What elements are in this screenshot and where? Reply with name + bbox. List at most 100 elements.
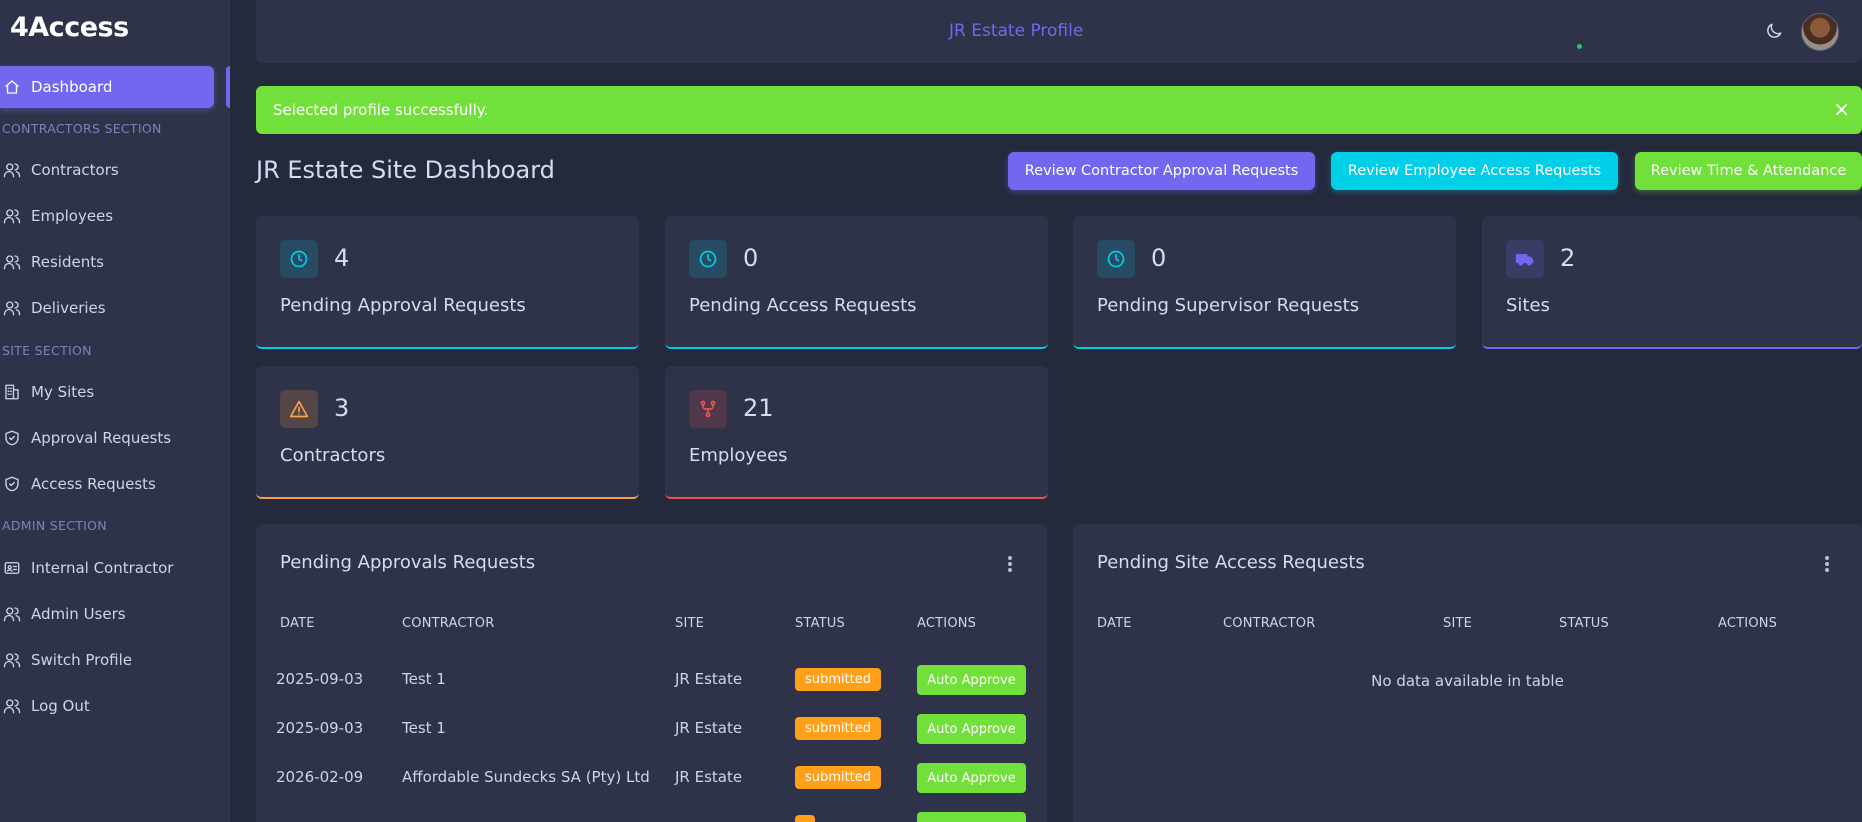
sidebar-item-label: Internal Contractor xyxy=(31,559,174,577)
cell-site: JR Estate xyxy=(675,670,743,688)
page-title: JR Estate Site Dashboard xyxy=(256,156,555,184)
sidebar-item-label: Employees xyxy=(31,207,114,225)
more-vertical-icon[interactable] xyxy=(1824,554,1830,574)
section-header-contractors: CONTRACTORS SECTION xyxy=(2,121,162,136)
truck-icon xyxy=(1506,240,1544,278)
users-icon xyxy=(2,298,22,318)
users-icon xyxy=(2,604,22,624)
card-title: Pending Site Access Requests xyxy=(1097,552,1365,573)
cell-date: 2026-02-09 xyxy=(276,768,364,786)
stat-value: 21 xyxy=(743,394,774,422)
stat-label: Employees xyxy=(689,445,788,466)
alert-message: Selected profile successfully. xyxy=(273,101,489,119)
sidebar-item-admin-users[interactable]: Admin Users xyxy=(0,593,214,635)
stat-card-pending-approval: 4 Pending Approval Requests xyxy=(256,216,639,349)
auto-approve-button[interactable]: Auto Approve xyxy=(917,763,1026,793)
sidebar-item-residents[interactable]: Residents xyxy=(0,241,214,283)
pending-approvals-card: Pending Approvals Requests DATE CONTRACT… xyxy=(256,524,1047,822)
sidebar-item-my-sites[interactable]: My Sites xyxy=(0,371,214,413)
shield-check-icon xyxy=(2,474,22,494)
empty-table-message: No data available in table xyxy=(1371,672,1564,690)
brand-logo[interactable]: 4Access xyxy=(10,12,129,43)
git-fork-icon xyxy=(689,390,727,428)
stat-label: Pending Approval Requests xyxy=(280,295,526,316)
sidebar: 4Access Dashboard CONTRACTORS SECTION Co… xyxy=(0,0,230,822)
cell-site: JR Estate xyxy=(675,719,743,737)
stat-value: 2 xyxy=(1560,244,1576,272)
status-badge: submitted xyxy=(795,717,881,740)
more-vertical-icon[interactable] xyxy=(1007,554,1013,574)
cell-date: 2025-09-03 xyxy=(276,719,364,737)
clock-icon xyxy=(689,240,727,278)
sidebar-item-switch-profile[interactable]: Switch Profile xyxy=(0,639,214,681)
section-header-site: SITE SECTION xyxy=(2,343,92,358)
column-header-actions[interactable]: ACTIONS xyxy=(1718,616,1777,631)
active-indicator xyxy=(226,66,230,108)
sidebar-item-dashboard[interactable]: Dashboard xyxy=(0,66,214,108)
sidebar-item-label: Contractors xyxy=(31,161,119,179)
status-badge: submitted xyxy=(795,668,881,691)
sidebar-item-deliveries[interactable]: Deliveries xyxy=(0,287,214,329)
sidebar-item-label: Admin Users xyxy=(31,605,126,623)
sidebar-item-label: My Sites xyxy=(31,383,95,401)
sidebar-item-access-requests[interactable]: Access Requests xyxy=(0,463,214,505)
column-header-status[interactable]: STATUS xyxy=(1559,616,1609,631)
sidebar-item-internal-contractor[interactable]: Internal Contractor xyxy=(0,547,214,589)
sidebar-item-label: Dashboard xyxy=(31,78,113,96)
sidebar-item-label: Approval Requests xyxy=(31,429,172,447)
sidebar-item-contractors[interactable]: Contractors xyxy=(0,149,214,191)
sidebar-item-employees[interactable]: Employees xyxy=(0,195,214,237)
review-employee-access-requests-button[interactable]: Review Employee Access Requests xyxy=(1331,152,1618,190)
cell-contractor: Affordable Sundecks SA (Pty) Ltd xyxy=(402,768,650,786)
status-badge: submitted xyxy=(795,766,881,789)
stat-value: 4 xyxy=(334,244,350,272)
status-badge-partial xyxy=(795,815,815,822)
column-header-site[interactable]: SITE xyxy=(675,616,704,631)
pending-site-access-card: Pending Site Access Requests DATE CONTRA… xyxy=(1073,524,1862,822)
cell-contractor: Test 1 xyxy=(402,670,446,688)
stat-label: Contractors xyxy=(280,445,386,466)
id-card-icon xyxy=(2,558,22,578)
shield-check-icon xyxy=(2,428,22,448)
building-icon xyxy=(2,382,22,402)
alert-triangle-icon xyxy=(280,390,318,428)
column-header-status[interactable]: STATUS xyxy=(795,616,845,631)
top-navbar: JR Estate Profile xyxy=(256,0,1862,63)
stat-label: Sites xyxy=(1506,295,1550,316)
cell-site: JR Estate xyxy=(675,768,743,786)
column-header-actions[interactable]: ACTIONS xyxy=(917,616,976,631)
stat-card-contractors: 3 Contractors xyxy=(256,366,639,499)
users-icon xyxy=(2,696,22,716)
close-icon[interactable]: × xyxy=(1833,99,1850,119)
user-avatar[interactable] xyxy=(1801,13,1839,51)
stat-card-pending-access: 0 Pending Access Requests xyxy=(665,216,1048,349)
success-alert: Selected profile successfully. × xyxy=(256,86,1862,134)
auto-approve-button[interactable]: Auto Approve xyxy=(917,665,1026,695)
auto-approve-button[interactable]: Auto Approve xyxy=(917,714,1026,744)
sidebar-item-label: Switch Profile xyxy=(31,651,133,669)
moon-icon[interactable] xyxy=(1764,21,1784,41)
stat-card-sites: 2 Sites xyxy=(1482,216,1862,349)
sidebar-item-approval-requests[interactable]: Approval Requests xyxy=(0,417,214,459)
column-header-date[interactable]: DATE xyxy=(1097,616,1132,631)
clock-icon xyxy=(280,240,318,278)
stat-card-pending-supervisor: 0 Pending Supervisor Requests xyxy=(1073,216,1456,349)
review-contractor-approval-requests-button[interactable]: Review Contractor Approval Requests xyxy=(1008,152,1315,190)
sidebar-item-label: Residents xyxy=(31,253,104,271)
users-icon xyxy=(2,650,22,670)
review-time-attendance-button[interactable]: Review Time & Attendance xyxy=(1635,152,1862,190)
stat-card-employees: 21 Employees xyxy=(665,366,1048,499)
column-header-site[interactable]: SITE xyxy=(1443,616,1472,631)
section-header-admin: ADMIN SECTION xyxy=(2,518,107,533)
sidebar-item-label: Access Requests xyxy=(31,475,156,493)
column-header-contractor[interactable]: CONTRACTOR xyxy=(1223,616,1315,631)
auto-approve-button-partial[interactable] xyxy=(917,812,1026,822)
stat-value: 0 xyxy=(1151,244,1167,272)
sidebar-item-log-out[interactable]: Log Out xyxy=(0,685,214,727)
online-status-dot xyxy=(1575,42,1584,51)
card-title: Pending Approvals Requests xyxy=(280,552,536,573)
cell-contractor: Test 1 xyxy=(402,719,446,737)
column-header-contractor[interactable]: CONTRACTOR xyxy=(402,616,494,631)
cell-date: 2025-09-03 xyxy=(276,670,364,688)
column-header-date[interactable]: DATE xyxy=(280,616,315,631)
